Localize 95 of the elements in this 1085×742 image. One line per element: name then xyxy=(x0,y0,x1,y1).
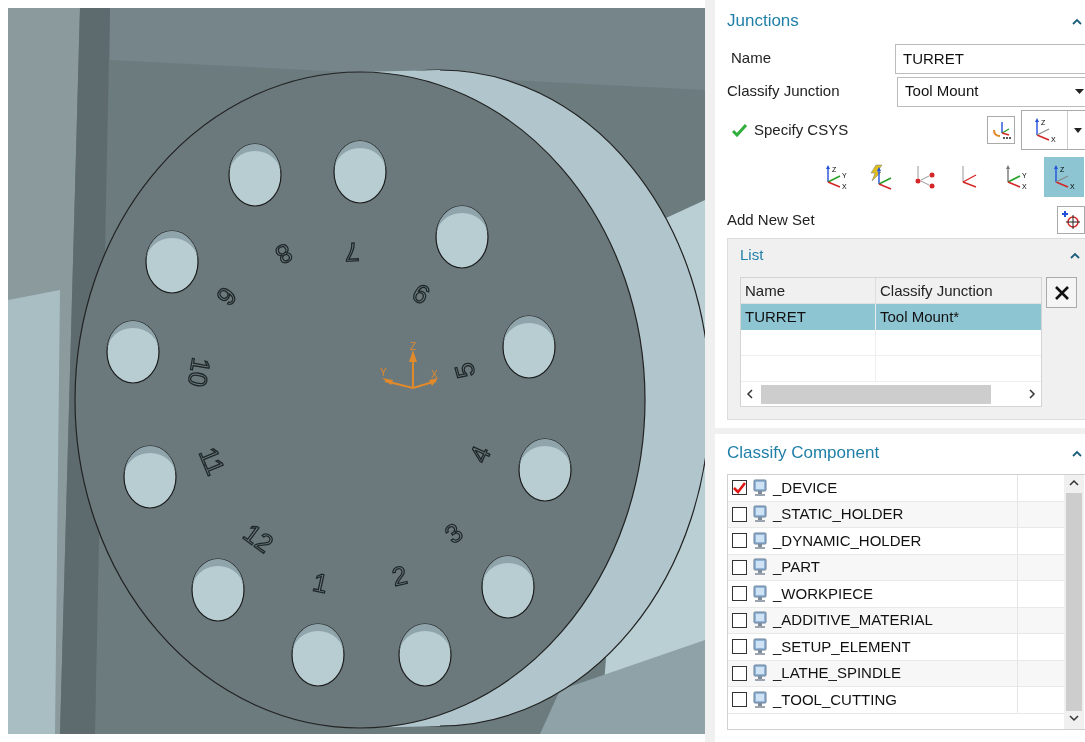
checkbox[interactable] xyxy=(732,665,747,681)
component-label: _ADDITIVE_MATERIAL xyxy=(773,610,933,630)
component-item[interactable]: _TOOL_CUTTING xyxy=(728,687,1064,714)
axis-label: X xyxy=(431,369,438,380)
hole-drawing xyxy=(518,438,572,502)
delete-button[interactable] xyxy=(1046,277,1077,308)
field-label: Add New Set xyxy=(727,209,815,230)
component-item[interactable]: _LATHE_SPINDLE xyxy=(728,660,1064,687)
hole-drawing xyxy=(291,623,345,687)
hole-drawing xyxy=(191,558,245,622)
component-icon xyxy=(752,584,768,603)
caret-icon xyxy=(1075,89,1084,94)
hole-drawing xyxy=(502,315,556,379)
csys-dialog-button[interactable] xyxy=(987,116,1015,144)
engraved-number: 11 xyxy=(192,443,231,480)
engraved-number: 8 xyxy=(270,237,298,271)
engraved-number: 7 xyxy=(344,236,361,268)
vertical-scrollbar[interactable] xyxy=(1064,475,1084,729)
checkbox[interactable] xyxy=(732,586,747,602)
checkbox[interactable] xyxy=(732,559,747,575)
component-item[interactable]: _DEVICE xyxy=(728,475,1064,502)
collapse-icon[interactable] xyxy=(1072,449,1082,457)
component-icon xyxy=(752,478,768,497)
hole-drawing xyxy=(398,623,452,687)
column-header[interactable]: Name xyxy=(741,278,876,303)
component-icon xyxy=(752,637,768,656)
component-label: _WORKPIECE xyxy=(773,583,874,604)
scroll-left-icon[interactable] xyxy=(745,389,755,399)
engraved-number: 4 xyxy=(463,441,497,467)
hole-drawing xyxy=(481,555,535,619)
hole-drawing xyxy=(435,205,489,269)
component-icon xyxy=(752,505,768,524)
axis-label: Z xyxy=(410,341,417,352)
component-icon xyxy=(752,664,768,683)
component-label: _STATIC_HOLDER xyxy=(773,504,904,524)
scroll-right-icon[interactable] xyxy=(1027,389,1037,399)
axis-triad-icon xyxy=(382,350,438,389)
component-item[interactable]: _PART xyxy=(728,554,1064,581)
table-cell-text: Tool Mount* xyxy=(879,307,961,327)
axes-icon xyxy=(1034,118,1050,141)
axes-icon xyxy=(826,165,841,188)
checkbox[interactable] xyxy=(732,692,747,708)
component-label: _DYNAMIC_HOLDER xyxy=(773,530,922,551)
engraved-number: 2 xyxy=(389,559,410,593)
engraved-number: 5 xyxy=(448,359,482,382)
component-label: _LATHE_SPINDLE xyxy=(773,663,902,683)
table-cell: TURRET xyxy=(741,304,876,330)
checkbox[interactable] xyxy=(732,506,747,522)
component-label: _DEVICE xyxy=(773,477,838,498)
checkbox[interactable] xyxy=(732,612,747,628)
name-field[interactable]: TURRET xyxy=(895,43,1085,74)
component-icon xyxy=(752,531,768,550)
engraved-number: 1 xyxy=(310,566,331,600)
hole-drawing xyxy=(106,320,160,384)
axes-icon xyxy=(1054,165,1069,188)
component-item[interactable]: _SETUP_ELEMENT xyxy=(728,634,1064,661)
checkbox[interactable] xyxy=(732,639,747,655)
component-item[interactable]: _DYNAMIC_HOLDER xyxy=(728,528,1064,555)
field-label: Specify CSYS xyxy=(754,119,849,140)
axes-icon xyxy=(870,164,892,190)
section-title: Junctions xyxy=(727,10,799,33)
hole-drawing xyxy=(333,140,387,204)
column-header[interactable]: Classify Junction xyxy=(876,278,1041,303)
classify-dropdown[interactable]: Tool Mount xyxy=(897,76,1085,107)
component-label: _PART xyxy=(773,557,820,577)
engraved-number: 12 xyxy=(237,517,279,559)
axes-icon xyxy=(915,165,935,189)
component-item[interactable]: _WORKPIECE xyxy=(728,581,1064,608)
section-title: List xyxy=(740,244,764,265)
component-icon xyxy=(752,690,768,709)
component-item[interactable]: _ADDITIVE_MATERIAL xyxy=(728,607,1064,634)
component-label: _TOOL_CUTTING xyxy=(773,689,897,710)
axes-icon xyxy=(962,165,977,188)
add-set-button[interactable] xyxy=(1057,206,1085,234)
axes-icon xyxy=(1006,165,1021,188)
hole-drawing xyxy=(123,445,177,509)
table-row[interactable]: TURRET Tool Mount* xyxy=(741,304,1041,330)
close-icon xyxy=(1053,284,1070,301)
component-label: _SETUP_ELEMENT xyxy=(773,636,911,657)
field-label: Classify Junction xyxy=(727,81,841,102)
section-title: Classify Component xyxy=(727,442,880,465)
collapse-icon[interactable] xyxy=(1070,251,1080,259)
hole-drawing xyxy=(145,230,199,294)
component-icon xyxy=(752,611,768,630)
hole-drawing xyxy=(228,143,282,207)
field-label: Name xyxy=(730,48,772,69)
engraved-number: 10 xyxy=(181,355,217,390)
component-item[interactable]: _STATIC_HOLDER xyxy=(728,501,1064,528)
engraved-number: 6 xyxy=(210,281,243,312)
checkbox[interactable] xyxy=(732,480,747,496)
axis-label: Y xyxy=(380,367,387,378)
caret-icon xyxy=(1074,127,1082,133)
component-icon xyxy=(752,558,768,577)
collapse-icon[interactable] xyxy=(1072,17,1082,25)
checkbox[interactable] xyxy=(732,533,747,549)
